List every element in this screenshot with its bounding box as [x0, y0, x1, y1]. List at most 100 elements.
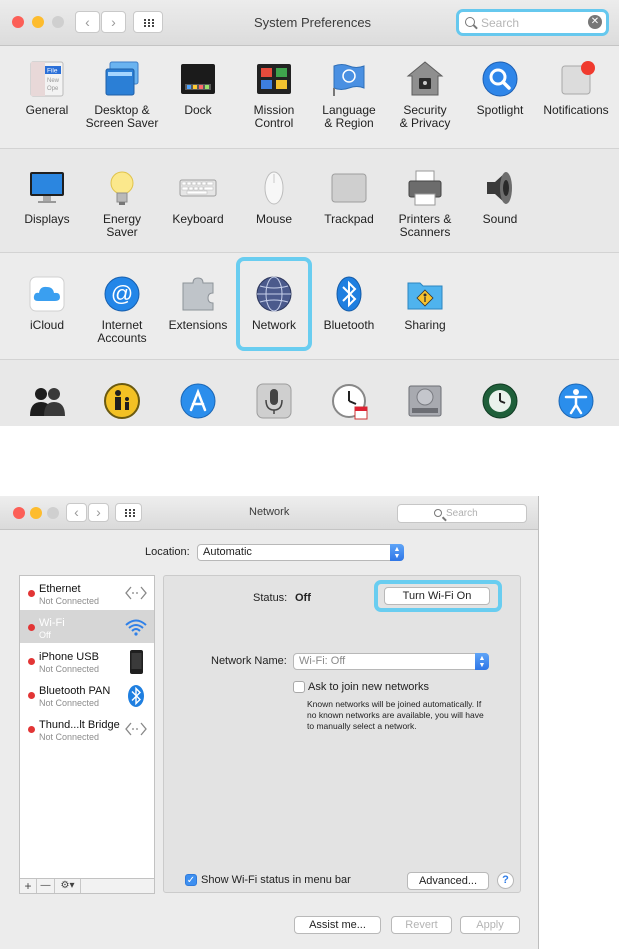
- popup-arrows-icon: ▲ ▼: [475, 653, 489, 670]
- ethernet-icon: [124, 718, 148, 740]
- trackpad-icon: [330, 169, 368, 207]
- action-menu-button[interactable]: ⚙▾: [55, 879, 81, 893]
- forward-button[interactable]: ›: [88, 503, 109, 522]
- back-button[interactable]: ‹: [75, 11, 100, 33]
- chevron-right-icon: ›: [111, 14, 116, 30]
- network-name-popup[interactable]: Wi-Fi: Off ▲ ▼: [293, 653, 489, 670]
- service-name: Ethernet: [39, 583, 81, 595]
- location-label: Location:: [145, 546, 190, 558]
- pane-dock[interactable]: Dock: [160, 60, 236, 117]
- pane-date-time[interactable]: [311, 382, 387, 420]
- pane-keyboard[interactable]: Keyboard: [160, 169, 236, 226]
- pane-label: Sharing: [404, 318, 446, 332]
- display-icon: [28, 169, 66, 207]
- note-line: no known networks are available, you wil…: [307, 710, 484, 720]
- pane-sound[interactable]: Sound: [462, 169, 538, 226]
- status-dot: [28, 726, 35, 733]
- pane-label: Bluetooth: [323, 318, 375, 332]
- location-popup[interactable]: Automatic ▲ ▼: [197, 544, 404, 561]
- dock-icon: [179, 60, 217, 98]
- pane-dictation-speech[interactable]: [236, 382, 312, 420]
- pane-trackpad[interactable]: Trackpad: [311, 169, 387, 226]
- svg-text:New: New: [47, 78, 60, 84]
- minimize-window-button[interactable]: [32, 16, 44, 28]
- pane-notifications[interactable]: Notifications: [538, 60, 614, 117]
- zoom-window-button[interactable]: [52, 16, 64, 28]
- note-line: Known networks will be joined automatica…: [307, 699, 482, 709]
- service-list[interactable]: Ethernet Not Connected Wi-Fi Off iPhone …: [19, 575, 155, 893]
- pane-label: Notifications: [543, 103, 609, 117]
- sharing-folder-icon: [406, 275, 444, 313]
- apply-button[interactable]: Apply: [460, 916, 520, 934]
- turn-wifi-on-highlight: [374, 580, 502, 612]
- search-field[interactable]: ✕: [456, 9, 609, 36]
- minimize-window-button[interactable]: [30, 507, 42, 519]
- pane-label: Security & Privacy: [399, 103, 451, 130]
- assist-me-button[interactable]: Assist me...: [294, 916, 381, 934]
- pane-label: Internet Accounts: [97, 318, 147, 345]
- ask-to-join-label: Ask to join new networks: [308, 681, 430, 693]
- ask-to-join-checkbox[interactable]: [293, 681, 305, 693]
- service-item-ethernet[interactable]: Ethernet Not Connected: [20, 576, 154, 609]
- zoom-window-button[interactable]: [47, 507, 59, 519]
- pane-app-store[interactable]: [160, 382, 236, 420]
- service-name: Wi-Fi: [39, 617, 65, 629]
- show-all-button[interactable]: [115, 503, 142, 522]
- app-store-icon: [179, 382, 217, 420]
- service-status: Not Connected: [39, 698, 100, 708]
- general-icon: File New Ope: [28, 60, 66, 98]
- pane-printers-scanners[interactable]: Printers & Scanners: [387, 169, 463, 239]
- pane-desktop-screen-saver[interactable]: Desktop & Screen Saver: [84, 60, 160, 130]
- pane-extensions[interactable]: Extensions: [160, 275, 236, 332]
- pane-bluetooth[interactable]: Bluetooth: [311, 275, 387, 332]
- pane-mouse[interactable]: Mouse: [236, 169, 312, 226]
- pane-mission-control[interactable]: Mission Control: [236, 60, 312, 130]
- close-window-button[interactable]: [12, 16, 24, 28]
- bluetooth-icon: [330, 275, 368, 313]
- back-button[interactable]: ‹: [66, 503, 87, 522]
- pane-spotlight[interactable]: Spotlight: [462, 60, 538, 117]
- advanced-button[interactable]: Advanced...: [407, 872, 489, 890]
- status-dot: [28, 658, 35, 665]
- search-field[interactable]: [397, 504, 527, 523]
- pane-internet-accounts[interactable]: @ Internet Accounts: [84, 275, 160, 345]
- search-input[interactable]: [481, 15, 581, 31]
- show-all-button[interactable]: [133, 11, 163, 33]
- service-item-wifi[interactable]: Wi-Fi Off: [20, 610, 154, 643]
- pane-sharing[interactable]: Sharing: [387, 275, 463, 332]
- service-item-bluetooth-pan[interactable]: Bluetooth PAN Not Connected: [20, 678, 154, 711]
- pane-users-groups[interactable]: [9, 382, 85, 420]
- desktop-icon: [103, 60, 141, 98]
- revert-button[interactable]: Revert: [391, 916, 452, 934]
- service-status: Not Connected: [39, 664, 100, 674]
- pane-time-machine[interactable]: [462, 382, 538, 420]
- pane-energy-saver[interactable]: Energy Saver: [84, 169, 160, 239]
- close-window-button[interactable]: [13, 507, 25, 519]
- pane-row-personal: File New Ope General Desktop & Screen Save…: [0, 46, 619, 149]
- pane-label: Trackpad: [324, 212, 374, 226]
- clear-icon[interactable]: ✕: [588, 15, 602, 29]
- time-machine-icon: [481, 382, 519, 420]
- remove-service-button[interactable]: —: [37, 879, 55, 893]
- pane-general[interactable]: File New Ope General: [9, 60, 85, 117]
- status-dot: [28, 692, 35, 699]
- pane-label: Displays: [24, 212, 70, 226]
- screenshot-stage: ‹ › System Preferences ✕ File New Ope Gene…: [0, 0, 619, 949]
- pane-icloud[interactable]: iCloud: [9, 275, 85, 332]
- pane-parental-controls[interactable]: [84, 382, 160, 420]
- show-wifi-status-checkbox[interactable]: ✓: [185, 874, 197, 886]
- pane-label: Energy Saver: [102, 212, 142, 239]
- pane-security-privacy[interactable]: Security & Privacy: [387, 60, 463, 130]
- add-service-button[interactable]: +: [20, 879, 37, 893]
- pane-accessibility[interactable]: [538, 382, 614, 420]
- service-item-thunderbolt-bridge[interactable]: Thund...lt Bridge Not Connected: [20, 712, 154, 745]
- pane-startup-disk[interactable]: [387, 382, 463, 420]
- service-item-iphone-usb[interactable]: iPhone USB Not Connected: [20, 644, 154, 677]
- search-input[interactable]: [446, 507, 516, 520]
- pane-displays[interactable]: Displays: [9, 169, 85, 226]
- forward-button[interactable]: ›: [101, 11, 126, 33]
- pane-language-region[interactable]: Language & Region: [311, 60, 387, 130]
- pane-label: Dock: [184, 103, 212, 117]
- help-button[interactable]: ?: [497, 872, 514, 889]
- service-status: Off: [39, 630, 51, 640]
